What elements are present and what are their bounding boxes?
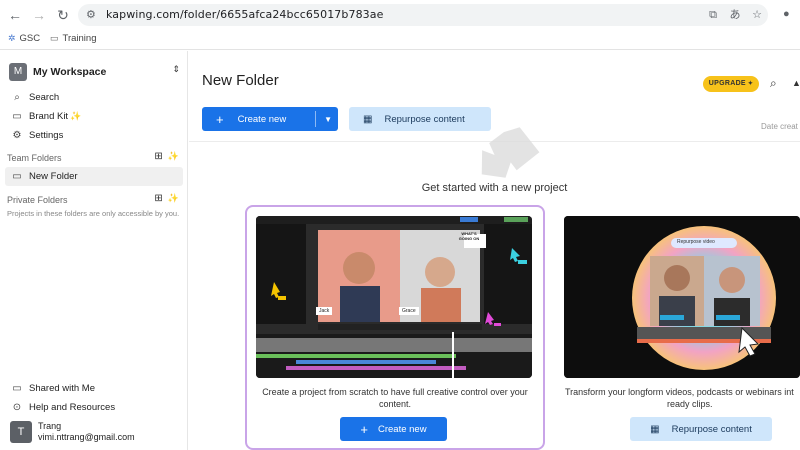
sidebar: M My Workspace ⇕ ⌕ Search ▭ Brand Kit ✨ …: [0, 51, 188, 450]
name-tag-jack: Jack: [316, 307, 333, 315]
button-divider: [315, 111, 316, 127]
main-content: New Folder UPGRADE ✦ ⌕ ▲ + Create new ▼ …: [189, 51, 800, 450]
name-tag-grace: Grace: [399, 307, 419, 315]
sidebar-item-label: Brand Kit: [29, 110, 69, 122]
install-app-icon[interactable]: ⧉: [706, 8, 720, 22]
sidebar-item-brand-kit[interactable]: ▭ Brand Kit ✨: [10, 108, 81, 124]
reload-icon[interactable]: ↻: [54, 6, 72, 24]
folder-label: New Folder: [29, 171, 78, 182]
shared-folder-icon: ▭: [12, 382, 22, 394]
bookmark-star-icon[interactable]: ☆: [750, 8, 764, 22]
film-icon: ▦: [363, 113, 373, 125]
sparkle-icon: ✦: [745, 81, 754, 87]
speech-bubble: WHAT'S GOING ON: [458, 231, 480, 241]
folder-icon: ▭: [50, 33, 59, 43]
plus-icon: +: [216, 111, 224, 127]
browser-toolbar: ← → ↻ ⚙ kapwing.com/folder/6655afca24bcc…: [0, 0, 800, 30]
date-created-column-header[interactable]: Date creat: [761, 122, 798, 131]
forward-icon[interactable]: →: [30, 6, 48, 24]
sidebar-item-label: Shared with Me: [29, 382, 96, 394]
brand-kit-icon: ▭: [12, 110, 22, 122]
gsc-icon: ✲: [8, 33, 16, 43]
help-icon: ⊙: [12, 401, 22, 413]
workspace-avatar: M: [9, 63, 27, 81]
add-folder-icon[interactable]: ⊞: [154, 193, 162, 204]
page-title: New Folder: [202, 72, 279, 89]
sidebar-item-new-folder[interactable]: ▭ New Folder: [5, 167, 183, 186]
team-folders-label: Team Folders: [7, 153, 62, 163]
repurpose-preview-image: Repurpose video: [564, 216, 800, 378]
url-text: kapwing.com/folder/6655afca24bcc65017b78…: [106, 8, 384, 21]
sidebar-item-help[interactable]: ⊙ Help and Resources: [10, 399, 115, 415]
user-profile[interactable]: T Trang vimi.nttrang@gmail.com: [10, 421, 135, 443]
chevron-down-icon[interactable]: ▼: [324, 115, 332, 124]
repurpose-video-pill: Repurpose video: [677, 239, 715, 245]
create-new-label: Create new: [237, 113, 287, 125]
sidebar-item-search[interactable]: ⌕ Search: [10, 89, 59, 105]
bookmark-label: GSC: [19, 33, 41, 44]
editor-preview-image: Jack Grace WHAT'S GOING ON: [256, 216, 532, 378]
site-info-icon[interactable]: ⚙: [86, 8, 100, 22]
card-create-new-button[interactable]: + Create new: [340, 417, 447, 441]
search-icon: ⌕: [14, 91, 20, 103]
tutorial-pointer-arrow-icon: [481, 127, 540, 178]
repurpose-description-line-1: Transform your longform videos, podcasts…: [565, 387, 794, 397]
user-name: Trang: [38, 421, 62, 431]
private-folders-note: Projects in these folders are only acces…: [7, 209, 180, 218]
create-project-description: Create a project from scratch to have fu…: [262, 387, 528, 409]
user-email: vimi.nttrang@gmail.com: [38, 432, 135, 442]
bookmark-training[interactable]: ▭ Training: [50, 33, 97, 44]
repurpose-description: Transform your longform videos, podcasts…: [565, 386, 800, 410]
workspace-name: My Workspace: [33, 66, 107, 78]
translate-icon[interactable]: あ: [728, 8, 742, 22]
back-icon[interactable]: ←: [6, 6, 24, 24]
workspace-switcher[interactable]: M My Workspace ⇕: [9, 62, 184, 82]
repurpose-description-line-2: ready clips.: [667, 399, 713, 409]
sidebar-item-settings[interactable]: ⚙ Settings: [10, 127, 64, 143]
add-folder-icon[interactable]: ⊞: [154, 151, 162, 162]
sidebar-item-label: Help and Resources: [29, 401, 116, 413]
sidebar-item-label: Settings: [29, 129, 64, 141]
repurpose-label: Repurpose content: [384, 113, 465, 125]
user-avatar: T: [10, 421, 32, 443]
card-create-new-label: Create new: [378, 423, 427, 435]
sidebar-item-label: Search: [29, 91, 60, 103]
get-started-heading: Get started with a new project: [421, 182, 568, 194]
repurpose-content-button[interactable]: ▦ Repurpose content: [349, 107, 491, 131]
private-folders-label: Private Folders: [7, 195, 68, 205]
card-repurpose-label: Repurpose content: [671, 423, 752, 435]
bookmarks-bar: ✲ GSC ▭ Training: [0, 30, 800, 50]
bookmark-label: Training: [62, 33, 97, 44]
profile-icon[interactable]: ●: [783, 8, 795, 20]
search-icon[interactable]: ⌕: [770, 76, 777, 91]
plus-icon: +: [360, 421, 368, 437]
upgrade-button[interactable]: UPGRADE ✦: [703, 76, 759, 92]
account-menu-icon[interactable]: ▲: [792, 78, 800, 88]
address-bar[interactable]: ⚙ kapwing.com/folder/6655afca24bcc65017b…: [78, 4, 768, 26]
card-repurpose-content-button[interactable]: ▦ Repurpose content: [630, 417, 772, 441]
sparkle-icon: ✨: [70, 110, 82, 121]
create-new-button[interactable]: + Create new ▼: [202, 107, 338, 131]
film-icon: ▦: [650, 423, 660, 435]
team-folders-tools: ⊞ ✨: [154, 151, 179, 162]
bookmark-gsc[interactable]: ✲ GSC: [8, 33, 40, 44]
upgrade-label: UPGRADE: [708, 80, 746, 87]
chevron-updown-icon: ⇕: [172, 64, 180, 74]
sparkle-icon: ✨: [167, 151, 179, 161]
gear-icon: ⚙: [12, 129, 22, 141]
private-folders-tools: ⊞ ✨: [154, 193, 179, 204]
sidebar-item-shared[interactable]: ▭ Shared with Me: [10, 380, 95, 396]
sparkle-icon: ✨: [167, 193, 179, 203]
folder-icon: ▭: [12, 171, 22, 182]
